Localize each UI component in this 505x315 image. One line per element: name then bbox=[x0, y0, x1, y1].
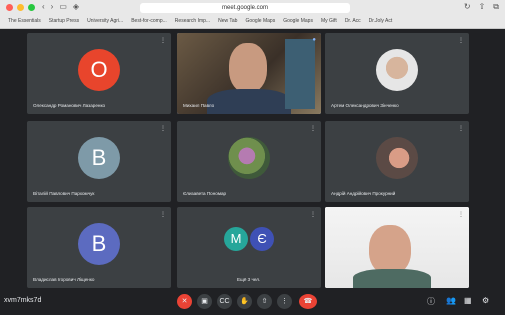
bookmark-item[interactable]: Research Imp... bbox=[175, 18, 210, 24]
participant-name: Владислав Ігорович Ліщенко bbox=[33, 277, 95, 282]
participant-name: Михаил Павло bbox=[183, 103, 215, 108]
participant-tile-active[interactable]: ● Михаил Павло bbox=[177, 33, 321, 114]
bookmarks-bar: The Essentials Startup Press University … bbox=[0, 15, 505, 27]
video-feed bbox=[177, 33, 321, 114]
avatar: O bbox=[78, 49, 120, 91]
participant-name: Артем Олександрович Зінченко bbox=[331, 103, 399, 108]
participant-name: Андрій Андрійович Прокурний bbox=[331, 191, 396, 196]
mic-off-icon[interactable]: ✕ bbox=[177, 294, 192, 309]
back-icon[interactable]: ‹ bbox=[42, 2, 45, 11]
participant-tile[interactable]: ⋮ O Олександр Романович Лазаренко bbox=[27, 33, 171, 114]
participant-name: Олександр Романович Лазаренко bbox=[33, 103, 106, 108]
camera-icon[interactable]: ▣ bbox=[197, 294, 212, 309]
bookmark-item[interactable]: Best-for-comp... bbox=[131, 18, 167, 24]
address-bar[interactable]: meet.google.com bbox=[140, 3, 350, 13]
sidebar-icon[interactable]: ▭ bbox=[59, 2, 67, 11]
people-icon[interactable]: 👥 bbox=[446, 296, 456, 305]
maximize-dot[interactable] bbox=[28, 4, 35, 11]
forward-icon[interactable]: › bbox=[51, 2, 54, 11]
pin-icon[interactable]: ⋮ bbox=[458, 211, 464, 218]
participant-tile[interactable]: ⋮ Єлизавета Пономар bbox=[177, 121, 321, 202]
pin-icon[interactable]: ⋮ bbox=[160, 37, 166, 44]
bookmark-item[interactable]: Dr.Joly Act bbox=[369, 18, 393, 24]
pin-icon[interactable]: ⋮ bbox=[310, 125, 316, 132]
bookmark-item[interactable]: Startup Press bbox=[49, 18, 79, 24]
share-icon[interactable]: ⇧ bbox=[479, 2, 486, 12]
present-icon[interactable]: ⇧ bbox=[257, 294, 272, 309]
bookmark-item[interactable]: University Agri... bbox=[87, 18, 123, 24]
bookmark-item[interactable]: My Gift bbox=[321, 18, 337, 24]
participant-count: Ещё 3 чел. bbox=[237, 277, 261, 282]
activities-icon[interactable]: ⚙ bbox=[482, 296, 489, 305]
bookmark-item[interactable]: The Essentials bbox=[8, 18, 41, 24]
refresh-icon[interactable]: ↻ bbox=[464, 2, 471, 12]
more-icon[interactable]: ⋮ bbox=[277, 294, 292, 309]
participant-group-tile[interactable]: ⋮ M Є Ещё 3 чел. bbox=[177, 207, 321, 288]
chat-icon[interactable]: ▦ bbox=[464, 296, 472, 305]
participant-tile[interactable]: ⋮ Андрій Андрійович Прокурний bbox=[325, 121, 469, 202]
avatar-photo bbox=[376, 49, 418, 91]
minimize-dot[interactable] bbox=[17, 4, 24, 11]
meeting-code: xvm7mks7d bbox=[4, 297, 42, 304]
avatar: M bbox=[224, 227, 248, 251]
end-call-icon[interactable]: ☎ bbox=[299, 294, 317, 309]
close-dot[interactable] bbox=[6, 4, 13, 11]
participant-name: Віталій Павлович Пархомчук bbox=[33, 191, 95, 196]
meeting-control-bar: xvm7mks7d ✕ ▣ CC ✋ ⇧ ⋮ ☎ ⓘ 👥 ▦ ⚙ bbox=[0, 288, 505, 315]
bookmark-item[interactable]: Dr. Acc bbox=[345, 18, 361, 24]
window-controls[interactable] bbox=[6, 4, 35, 11]
pin-icon[interactable]: ⋮ bbox=[458, 37, 464, 44]
avatar-photo bbox=[228, 137, 270, 179]
info-icon[interactable]: ⓘ bbox=[427, 296, 435, 307]
bookmark-item[interactable]: Google Maps bbox=[245, 18, 275, 24]
browser-chrome: ‹ › ▭ ◈ meet.google.com ↻ ⇧ ⧉ The Essent… bbox=[0, 0, 505, 29]
bookmark-item[interactable]: New Tab bbox=[218, 18, 237, 24]
avatar: B bbox=[78, 137, 120, 179]
participant-tile[interactable]: ⋮ Артем Олександрович Зінченко bbox=[325, 33, 469, 114]
raise-hand-icon[interactable]: ✋ bbox=[237, 294, 252, 309]
self-view-tile[interactable]: ⋮ bbox=[325, 207, 469, 288]
captions-icon[interactable]: CC bbox=[217, 294, 232, 309]
speaking-icon: ● bbox=[312, 37, 316, 43]
avatar-photo bbox=[376, 137, 418, 179]
pin-icon[interactable]: ⋮ bbox=[310, 211, 316, 218]
browser-tools[interactable]: ↻ ⇧ ⧉ bbox=[464, 2, 499, 12]
avatar: Є bbox=[250, 227, 274, 251]
pin-icon[interactable]: ⋮ bbox=[160, 125, 166, 132]
nav-buttons[interactable]: ‹ › ▭ ◈ bbox=[42, 2, 79, 11]
avatar: B bbox=[78, 223, 120, 265]
pin-icon[interactable]: ⋮ bbox=[160, 211, 166, 218]
pin-icon[interactable]: ⋮ bbox=[458, 125, 464, 132]
shield-icon: ◈ bbox=[72, 2, 80, 11]
participant-name: Єлизавета Пономар bbox=[183, 191, 227, 196]
video-feed bbox=[325, 207, 469, 288]
bookmark-item[interactable]: Google Maps bbox=[283, 18, 313, 24]
participant-tile[interactable]: ⋮ B Віталій Павлович Пархомчук bbox=[27, 121, 171, 202]
participant-tile[interactable]: ⋮ B Владислав Ігорович Ліщенко bbox=[27, 207, 171, 288]
tabs-icon[interactable]: ⧉ bbox=[493, 2, 499, 12]
